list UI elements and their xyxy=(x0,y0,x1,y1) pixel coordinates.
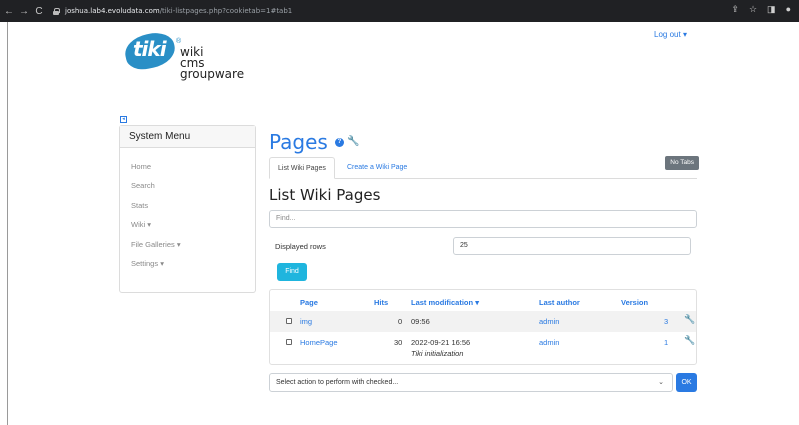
no-tabs-button[interactable]: No Tabs xyxy=(665,156,699,170)
wrench-icon[interactable]: 🔧 xyxy=(347,136,359,147)
reload-icon[interactable]: C xyxy=(33,6,45,17)
last-modification-value: 2022-09-21 16:56 xyxy=(411,338,471,347)
displayed-rows-input[interactable]: 25 xyxy=(453,237,691,255)
lock-icon xyxy=(53,7,60,15)
address-bar[interactable]: joshua.lab4.evoludata.com/tiki-listpages… xyxy=(53,3,753,19)
action-select-label: Select action to perform with checked... xyxy=(276,379,399,386)
find-input[interactable]: Find... xyxy=(269,210,697,228)
forward-icon[interactable]: → xyxy=(18,6,30,17)
column-header-version[interactable]: Version xyxy=(621,298,648,307)
share-icon[interactable]: ⇪ xyxy=(731,4,739,15)
author-link[interactable]: admin xyxy=(539,317,559,326)
hits-value: 0 xyxy=(398,317,403,326)
table-row: img 0 09:56 admin 3 🔧 xyxy=(270,311,696,332)
column-header-last-modification[interactable]: Last modification ▾ xyxy=(411,298,479,307)
logo-line-groupware: groupware xyxy=(180,67,245,81)
menu-item-search[interactable]: Search xyxy=(120,181,255,200)
page-link[interactable]: HomePage xyxy=(300,338,338,347)
column-header-page[interactable]: Page xyxy=(300,298,318,307)
logo-mark: tiki xyxy=(133,37,167,61)
find-button[interactable]: Find xyxy=(277,263,307,281)
pages-table: Page Hits Last modification ▾ Last autho… xyxy=(269,289,697,365)
tab-list-wiki-pages[interactable]: List Wiki Pages xyxy=(269,157,335,179)
system-menu: System Menu Home Search Stats Wiki ▾ Fil… xyxy=(119,125,256,293)
browser-toolbar: ← → C joshua.lab4.evoludata.com/tiki-lis… xyxy=(0,0,799,22)
ok-button[interactable]: OK xyxy=(676,373,697,392)
displayed-rows-label: Displayed rows xyxy=(275,242,326,251)
logout-label: Log out xyxy=(654,30,681,39)
tab-create-wiki-page[interactable]: Create a Wiki Page xyxy=(339,157,415,179)
back-icon[interactable]: ← xyxy=(3,6,15,17)
action-select[interactable]: Select action to perform with checked...… xyxy=(269,373,673,392)
menu-item-label: Home xyxy=(131,162,152,171)
logo-registered: ® xyxy=(176,38,182,45)
sidepanel-icon[interactable]: ◨ xyxy=(767,4,776,15)
caret-down-icon: ▾ xyxy=(147,220,152,230)
row-checkbox[interactable] xyxy=(286,339,292,345)
table-row: HomePage 30 2022-09-21 16:56 Tiki initia… xyxy=(270,332,696,364)
caret-down-icon: ▾ xyxy=(176,239,181,249)
menu-item-label: File Galleries xyxy=(131,239,175,249)
version-link[interactable]: 1 xyxy=(664,338,668,347)
page-link[interactable]: img xyxy=(300,317,312,326)
url-path: /tiki-listpages.php?cookietab=1#tab1 xyxy=(159,7,293,15)
caret-down-icon: ▾ xyxy=(682,30,687,39)
column-header-label: Last modification xyxy=(411,298,474,307)
help-icon[interactable]: ? xyxy=(335,138,344,147)
row-checkbox[interactable] xyxy=(286,318,292,324)
section-title: List Wiki Pages xyxy=(269,186,381,204)
modification-note: Tiki initialization xyxy=(411,349,464,358)
menu-item-label: Search xyxy=(131,181,155,191)
wrench-icon[interactable]: 🔧 xyxy=(684,314,695,325)
menu-item-file-galleries[interactable]: File Galleries ▾ xyxy=(120,240,255,259)
system-menu-list: Home Search Stats Wiki ▾ File Galleries … xyxy=(120,148,255,278)
author-link[interactable]: admin xyxy=(539,338,559,347)
url-host: joshua.lab4.evoludata.com xyxy=(65,7,160,15)
collapse-sidebar-icon[interactable]: ◂ xyxy=(120,116,127,123)
tiki-logo[interactable]: tiki ® wiki cms groupware xyxy=(120,29,260,104)
page-title: Pages xyxy=(269,130,328,154)
logout-menu[interactable]: Log out ▾ xyxy=(654,30,687,39)
menu-item-label: Wiki xyxy=(131,220,146,230)
menu-item-settings[interactable]: Settings ▾ xyxy=(120,259,255,278)
column-header-hits[interactable]: Hits xyxy=(374,298,388,307)
tab-bar: List Wiki Pages Create a Wiki Page xyxy=(269,157,697,179)
system-menu-title: System Menu xyxy=(120,126,255,148)
browser-actions: ⇪ ☆ ◨ ● xyxy=(731,4,791,15)
hits-value: 30 xyxy=(394,338,403,347)
chevron-down-icon: ⌄ xyxy=(658,379,664,386)
menu-item-stats[interactable]: Stats xyxy=(120,201,255,220)
menu-item-home[interactable]: Home xyxy=(120,162,255,181)
menu-item-wiki[interactable]: Wiki ▾ xyxy=(120,220,255,239)
star-icon[interactable]: ☆ xyxy=(749,4,757,15)
profile-icon[interactable]: ● xyxy=(786,4,791,15)
sort-desc-icon: ▾ xyxy=(475,298,479,307)
menu-item-label: Settings xyxy=(131,258,159,268)
version-link[interactable]: 3 xyxy=(664,317,668,326)
menu-item-label: Stats xyxy=(131,200,149,210)
logo-text: wiki cms groupware xyxy=(180,46,245,81)
column-header-last-author[interactable]: Last author xyxy=(539,298,580,307)
last-modification-value: 09:56 xyxy=(411,317,430,326)
window-border xyxy=(7,22,8,425)
wrench-icon[interactable]: 🔧 xyxy=(684,335,695,346)
caret-down-icon: ▾ xyxy=(160,258,164,268)
